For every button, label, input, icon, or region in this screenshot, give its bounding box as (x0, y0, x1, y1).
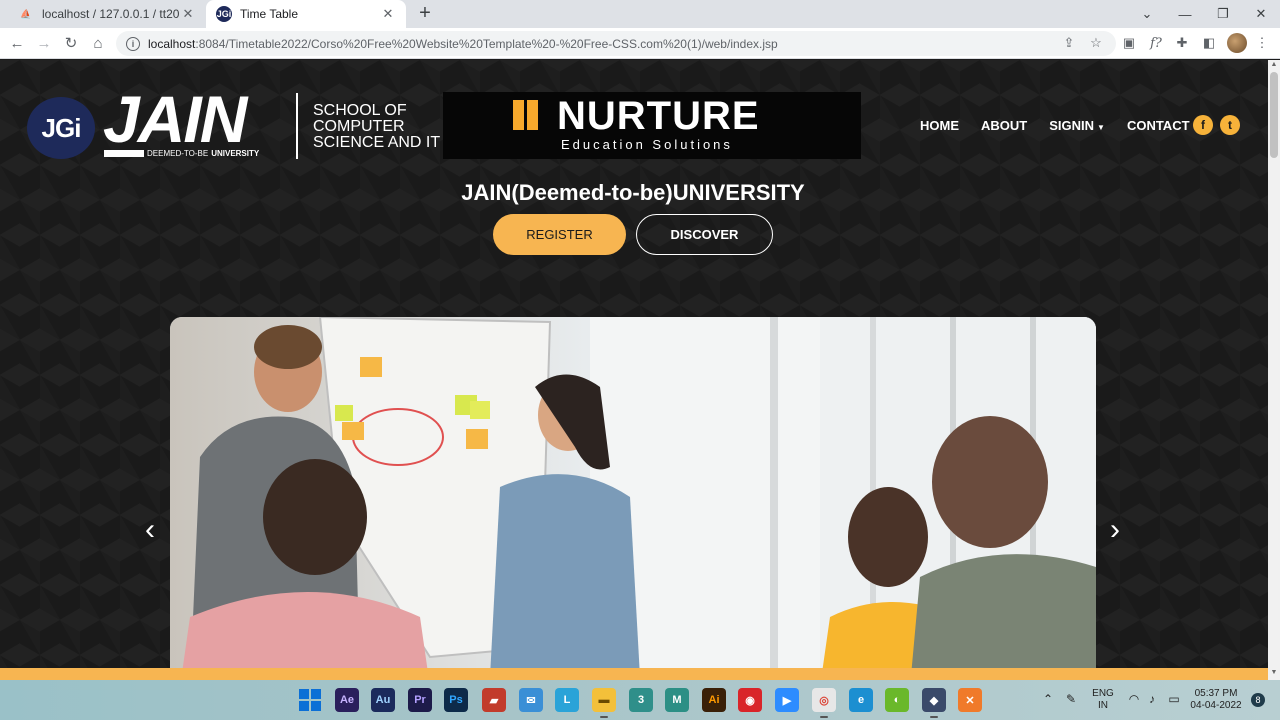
university-text: UNIVERSITY (211, 148, 260, 158)
after-effects-icon[interactable]: Ae (335, 688, 359, 712)
windows-start-icon[interactable] (298, 688, 322, 712)
close-icon[interactable]: ✕ (380, 6, 396, 22)
jgi-favicon-icon: JGi (216, 6, 232, 22)
main-nav: HOME ABOUT SIGNIN ▼ CONTACT (920, 116, 1212, 134)
m-app-icon[interactable]: M (665, 688, 689, 712)
page-scrollbar[interactable]: ▲ ▼ (1268, 60, 1280, 680)
tab-strip: ⛵ localhost / 127.0.0.1 / tt2022 / fa ✕ … (0, 0, 1280, 28)
web-page: JGi JAIN DEEMED-TO-BE UNIVERSITY SCHOOL O… (0, 60, 1268, 680)
scroll-up-icon[interactable]: ▲ (1270, 61, 1278, 68)
l-app-icon[interactable]: L (555, 688, 579, 712)
nav-contact[interactable]: CONTACT (1127, 118, 1190, 133)
reload-button[interactable]: ↻ (60, 32, 82, 54)
share-icon[interactable]: ⇪ (1060, 34, 1078, 52)
edge-icon[interactable]: e (849, 688, 873, 712)
animate-icon[interactable]: ▰ (482, 688, 506, 712)
zoom-icon[interactable]: ▶ (775, 688, 799, 712)
info-icon[interactable]: i (126, 36, 140, 51)
jain-logo[interactable]: JAIN (103, 84, 247, 154)
green-app-icon[interactable]: ◐ (885, 688, 909, 712)
language-indicator[interactable]: ENG IN (1090, 688, 1116, 712)
carousel-prev-button[interactable]: ‹ (140, 515, 160, 546)
nav-signin-dropdown[interactable]: SIGNIN ▼ (1049, 118, 1105, 133)
jgi-logo[interactable]: JGi (27, 97, 95, 159)
scrollbar-thumb[interactable] (1270, 72, 1278, 158)
discover-button[interactable]: DISCOVER (636, 214, 773, 255)
tab-time-table[interactable]: JGi Time Table ✕ (206, 0, 406, 28)
home-button[interactable]: ⌂ (87, 32, 109, 54)
puzzle-icon[interactable]: ✚ (1173, 34, 1191, 52)
battery-icon[interactable]: ▭ (1166, 692, 1182, 708)
scroll-down-icon[interactable]: ▼ (1270, 669, 1278, 676)
chevron-up-icon[interactable]: ⌃ (1040, 692, 1056, 708)
hero-title: JAIN(Deemed-to-be)UNIVERSITY (461, 180, 805, 205)
lang-top: ENG (1092, 688, 1114, 699)
illustrator-icon[interactable]: Ai (702, 688, 726, 712)
nurture-wordmark: NURTURE (557, 94, 760, 138)
register-button[interactable]: REGISTER (493, 214, 626, 255)
running-indicator (600, 716, 608, 718)
url-path: :8084/Timetable2022/Corso%20Free%20Websi… (195, 36, 778, 51)
twitter-icon[interactable]: t (1220, 115, 1240, 135)
menu-kebab-icon[interactable]: ⋮ (1253, 34, 1271, 52)
logo-divider (296, 93, 298, 159)
bookmark-star-icon[interactable]: ☆ (1087, 34, 1105, 52)
mail-icon[interactable]: ✉ (519, 688, 543, 712)
address-bar[interactable]: i localhost:8084/Timetable2022/Corso%20F… (116, 31, 1116, 56)
pen-icon[interactable]: ✎ (1063, 692, 1079, 708)
clock-date: 04-04-2022 (1190, 700, 1242, 711)
nurture-mark-icon (513, 100, 553, 130)
record-app-icon[interactable]: ◉ (738, 688, 762, 712)
new-tab-button[interactable]: + (414, 3, 436, 25)
box-app-icon[interactable]: ◆ (922, 688, 946, 712)
facebook-icon[interactable]: f (1193, 115, 1213, 135)
clock[interactable]: 05:37 PM 04-04-2022 (1186, 688, 1246, 712)
profile-avatar[interactable] (1227, 33, 1247, 53)
audition-icon[interactable]: Au (371, 688, 395, 712)
extension-icon[interactable]: ▣ (1120, 34, 1138, 52)
nav-signin-label: SIGNIN (1049, 117, 1095, 133)
wifi-icon[interactable]: ◠ (1126, 692, 1142, 708)
chrome-icon[interactable]: ◎ (812, 688, 836, 712)
maximize-button[interactable]: ❐ (1204, 0, 1242, 28)
school-name: SCHOOL OF COMPUTER SCIENCE AND IT (313, 102, 441, 151)
chevron-down-icon[interactable]: ⌄ (1128, 0, 1166, 28)
browser-toolbar: ← → ↻ ⌂ i localhost:8084/Timetable2022/C… (0, 28, 1280, 59)
carousel-next-button[interactable]: › (1105, 515, 1125, 546)
close-icon[interactable]: ✕ (180, 6, 196, 22)
nav-home[interactable]: HOME (920, 118, 959, 133)
nav-about[interactable]: ABOUT (981, 118, 1027, 133)
file-explorer-icon[interactable]: ▬ (592, 688, 616, 712)
url-host: localhost (148, 36, 196, 51)
forward-button[interactable]: → (33, 32, 55, 54)
side-panel-icon[interactable]: ◧ (1200, 34, 1218, 52)
nurture-logo[interactable]: NURTURE Education Solutions (443, 92, 861, 159)
nurture-tagline: Education Solutions (561, 137, 733, 152)
running-indicator (820, 716, 828, 718)
carousel-image (170, 317, 1096, 680)
taskbar: Ae Au Pr Ps ▰ ✉ L ▬ 3 M Ai ◉ ▶ ◎ e ◐ ◆ ✕… (0, 680, 1280, 720)
xampp-icon[interactable]: ✕ (958, 688, 982, 712)
accent-strip (0, 668, 1268, 680)
deemed-text: DEEMED-TO-BE (147, 148, 209, 158)
notification-badge[interactable]: 8 (1251, 693, 1265, 707)
photoshop-icon[interactable]: Ps (444, 688, 468, 712)
clock-time: 05:37 PM (1194, 688, 1238, 699)
running-indicator (930, 716, 938, 718)
tab-title: localhost / 127.0.0.1 / tt2022 / fa (42, 7, 180, 21)
tab-title: Time Table (240, 7, 299, 21)
tab-phpmyadmin[interactable]: ⛵ localhost / 127.0.0.1 / tt2022 / fa ✕ (8, 0, 206, 28)
classroom-photo (170, 317, 1096, 680)
premiere-icon[interactable]: Pr (408, 688, 432, 712)
formula-extension-icon[interactable]: f? (1147, 34, 1165, 52)
caret-down-icon: ▼ (1097, 122, 1105, 132)
phpmyadmin-icon: ⛵ (20, 8, 32, 19)
lang-bottom: IN (1098, 700, 1108, 711)
volume-icon[interactable]: ♪ (1144, 692, 1160, 708)
app-3-icon[interactable]: 3 (629, 688, 653, 712)
minimize-button[interactable]: — (1166, 0, 1204, 28)
jain-logo-subtitle: DEEMED-TO-BE UNIVERSITY (104, 148, 259, 158)
window-close-button[interactable]: ✕ (1242, 0, 1280, 28)
back-button[interactable]: ← (6, 32, 28, 54)
